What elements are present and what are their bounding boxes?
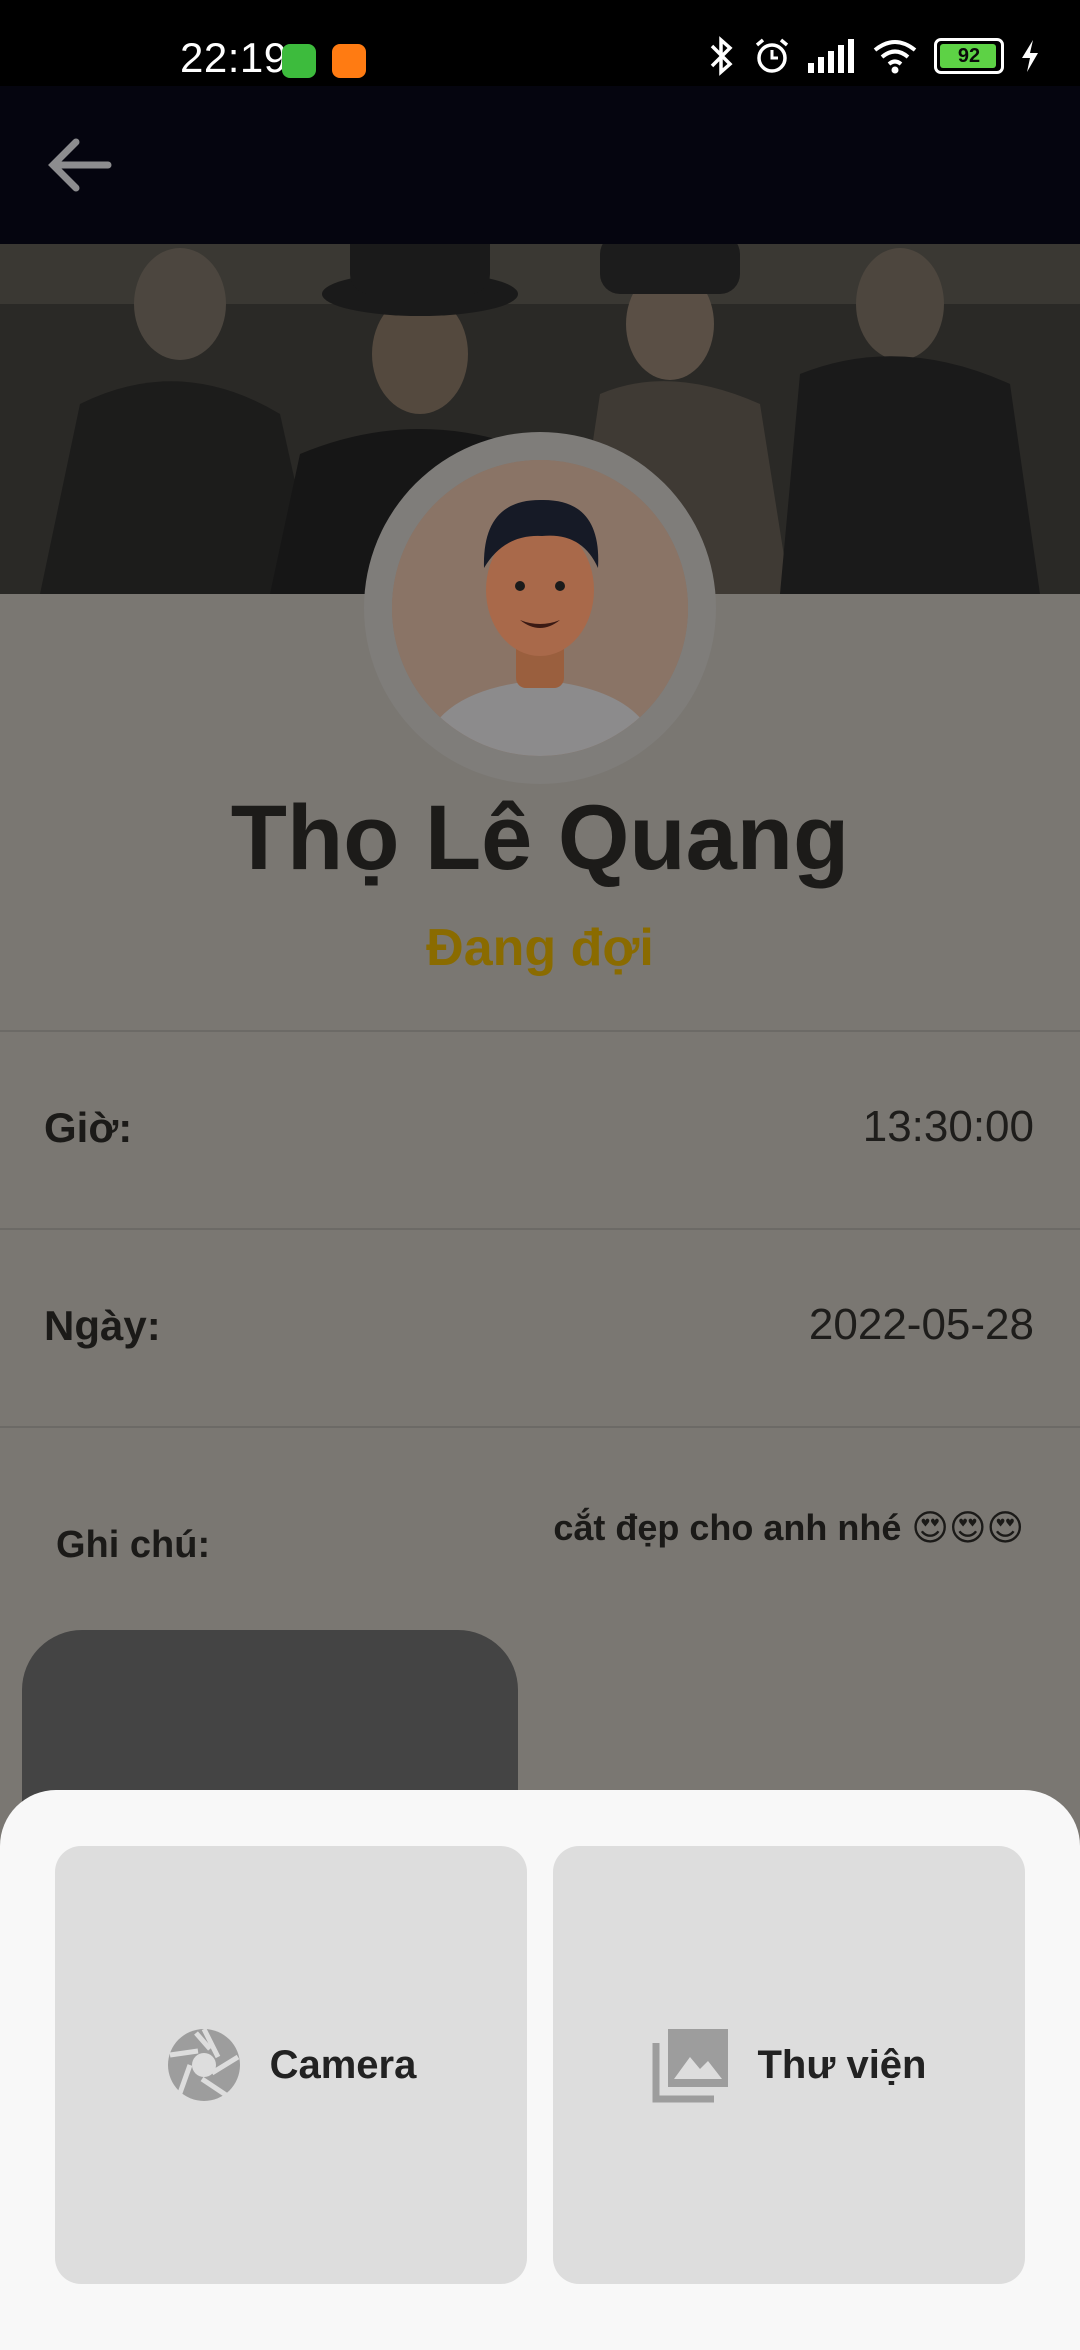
status-time: 22:19 (180, 34, 288, 81)
status-bar: 22:19 92 (0, 0, 1080, 86)
divider (0, 1426, 1080, 1428)
divider (0, 1228, 1080, 1230)
arrow-left-icon (48, 138, 112, 192)
divider (0, 1030, 1080, 1032)
status-icons: 92 (706, 36, 1040, 76)
notification-app-icon (332, 44, 366, 78)
camera-label: Camera (269, 2042, 417, 2087)
bluetooth-icon (710, 36, 733, 76)
avatar-ring (364, 432, 716, 784)
signal-icon (808, 39, 854, 73)
camera-aperture-icon (167, 2027, 240, 2101)
library-option[interactable]: Thư viện (553, 1846, 1025, 2284)
date-value: 2022-05-28 (808, 1300, 1034, 1349)
avatar (392, 460, 688, 756)
note-label: Ghi chú: (56, 1524, 211, 1566)
charging-icon (1022, 40, 1038, 72)
notification-app-icon (282, 44, 316, 78)
status-label: Đang đợi (426, 919, 654, 977)
alarm-icon (755, 38, 789, 73)
library-label: Thư viện (757, 2042, 927, 2087)
camera-option[interactable]: Camera (55, 1846, 527, 2284)
date-label: Ngày: (44, 1302, 161, 1349)
wifi-icon (873, 40, 917, 74)
battery-level: 92 (957, 44, 981, 67)
battery-icon: 92 (934, 38, 1004, 74)
note-value: cắt đẹp cho anh nhé 😍😍😍 (553, 1507, 1024, 1548)
time-label: Giờ: (44, 1104, 133, 1151)
back-button[interactable] (34, 120, 124, 210)
app-bar (0, 86, 1080, 244)
photo-library-icon (652, 2029, 728, 2103)
customer-name: Thọ Lê Quang (230, 787, 850, 889)
time-value: 13:30:00 (862, 1102, 1034, 1151)
